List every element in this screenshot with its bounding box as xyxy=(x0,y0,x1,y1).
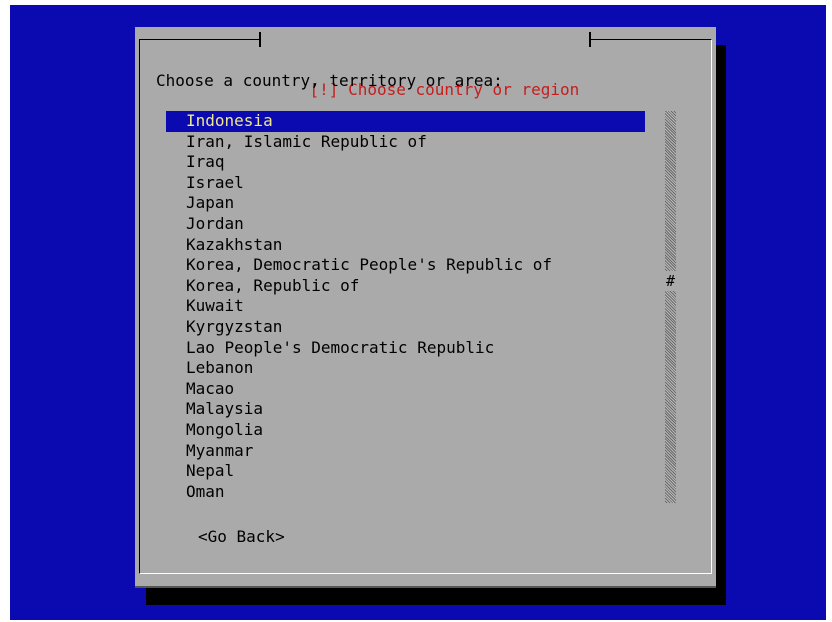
country-option[interactable]: Lebanon xyxy=(166,358,645,379)
dialog-prompt: Choose a country, territory or area: xyxy=(156,71,503,90)
scrollbar-thumb[interactable]: # xyxy=(665,271,676,291)
country-option[interactable]: Korea, Republic of xyxy=(166,276,645,297)
country-option[interactable]: Korea, Democratic People's Republic of xyxy=(166,255,645,276)
country-option[interactable]: Oman xyxy=(166,482,645,503)
country-option[interactable]: Iraq xyxy=(166,152,645,173)
country-dialog: [!] Choose country or region Choose a co… xyxy=(135,27,716,588)
list-scrollbar[interactable]: # xyxy=(665,111,676,503)
title-right-bar xyxy=(589,32,592,47)
country-option[interactable]: Kazakhstan xyxy=(166,235,645,256)
country-option[interactable]: Macao xyxy=(166,379,645,400)
country-option[interactable]: Indonesia xyxy=(166,111,645,132)
country-option[interactable]: Kuwait xyxy=(166,296,645,317)
country-option[interactable]: Japan xyxy=(166,193,645,214)
country-list[interactable]: Indonesia Iran, Islamic Republic of Iraq Is… xyxy=(166,111,645,502)
country-option[interactable]: Jordan xyxy=(166,214,645,235)
title-left-bar xyxy=(259,32,261,47)
dialog-title: [!] Choose country or region xyxy=(259,27,592,99)
go-back-button[interactable]: <Go Back> xyxy=(198,527,285,547)
country-option[interactable]: Israel xyxy=(166,173,645,194)
country-option[interactable]: Lao People's Democratic Republic xyxy=(166,338,645,359)
country-option[interactable]: Nepal xyxy=(166,461,645,482)
country-option[interactable]: Myanmar xyxy=(166,441,645,462)
country-option[interactable]: Mongolia xyxy=(166,420,645,441)
country-option[interactable]: Malaysia xyxy=(166,399,645,420)
country-option[interactable]: Iran, Islamic Republic of xyxy=(166,132,645,153)
country-option[interactable]: Kyrgyzstan xyxy=(166,317,645,338)
